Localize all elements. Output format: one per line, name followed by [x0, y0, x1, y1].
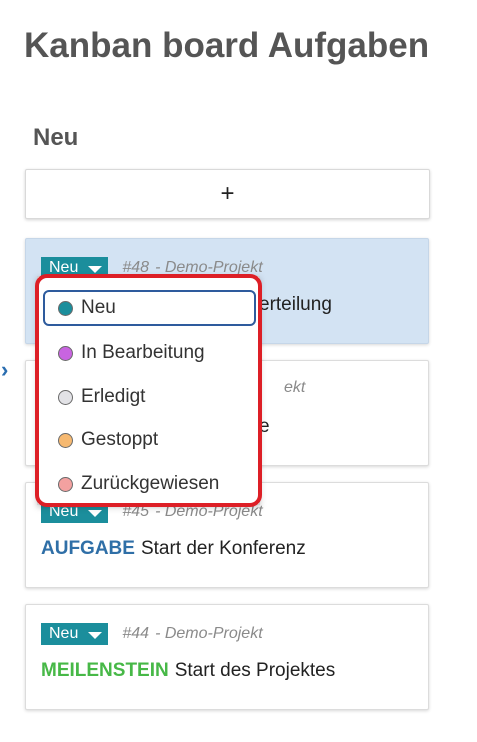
card-number: #44 — [122, 625, 150, 642]
card-title[interactable]: MEILENSTEIN Start des Projektes — [41, 660, 335, 682]
card-title-text: Start der Konferenz — [140, 538, 306, 559]
plus-icon: + — [220, 180, 235, 207]
card-project[interactable]: - Demo-Projekt — [155, 259, 263, 277]
card-title[interactable]: AUFGABE Start der Konferenz — [41, 538, 306, 560]
status-badge[interactable]: Neu — [41, 623, 109, 645]
card-title[interactable]: e — [259, 416, 270, 438]
card-type-label: MEILENSTEIN — [41, 660, 169, 681]
card-number: #45 — [122, 503, 150, 520]
status-option-neu[interactable]: Neu — [43, 290, 256, 326]
kanban-page: Kanban board Aufgaben Neu + › Neu #48 - … — [0, 0, 477, 742]
caret-down-icon — [88, 631, 103, 639]
status-dot-icon — [58, 476, 73, 492]
status-dot-icon — [58, 389, 73, 405]
status-dot-icon — [58, 432, 73, 448]
card-number: #48 — [122, 259, 150, 276]
status-option-gestoppt[interactable]: Gestoppt — [43, 422, 256, 458]
column-title: Neu — [33, 124, 79, 151]
page-title: Kanban board Aufgaben — [24, 26, 430, 65]
task-card[interactable]: Neu #44 - Demo-Projekt MEILENSTEIN Start … — [25, 604, 429, 710]
status-badge-label: Neu — [49, 503, 79, 520]
status-dropdown-menu: Neu In Bearbeitung Erledigt Gestoppt Zur… — [37, 276, 260, 505]
card-title[interactable]: erteilung — [259, 294, 332, 316]
card-project[interactable]: - Demo-Projekt — [155, 625, 263, 643]
status-option-label: Gestoppt — [81, 429, 159, 450]
caret-down-icon — [88, 509, 103, 517]
card-meta: ekt — [284, 379, 305, 397]
card-title-text: erteilung — [259, 294, 332, 315]
status-option-label: In Bearbeitung — [81, 342, 205, 363]
card-type-label: AUFGABE — [41, 538, 135, 559]
status-option-in-bearbeitung[interactable]: In Bearbeitung — [43, 335, 256, 371]
chevron-right-icon[interactable]: › — [1, 359, 8, 381]
status-badge-label: Neu — [49, 259, 79, 276]
status-badge-label: Neu — [49, 625, 79, 642]
caret-down-icon — [88, 265, 103, 273]
card-meta: Neu #44 - Demo-Projekt — [41, 623, 263, 645]
status-dot-icon — [58, 300, 73, 316]
status-option-erledigt[interactable]: Erledigt — [43, 379, 256, 415]
status-option-label: Erledigt — [81, 386, 146, 407]
card-title-text: e — [259, 416, 270, 437]
card-title-text: Start des Projektes — [174, 660, 336, 681]
status-option-zurueckgewiesen[interactable]: Zurückgewiesen — [43, 466, 256, 502]
add-card-button[interactable]: + — [25, 169, 430, 219]
status-dot-icon — [58, 345, 73, 361]
card-project[interactable]: ekt — [284, 379, 305, 397]
card-project[interactable]: - Demo-Projekt — [155, 503, 263, 521]
status-option-label: Neu — [81, 297, 116, 318]
status-option-label: Zurückgewiesen — [81, 473, 220, 494]
